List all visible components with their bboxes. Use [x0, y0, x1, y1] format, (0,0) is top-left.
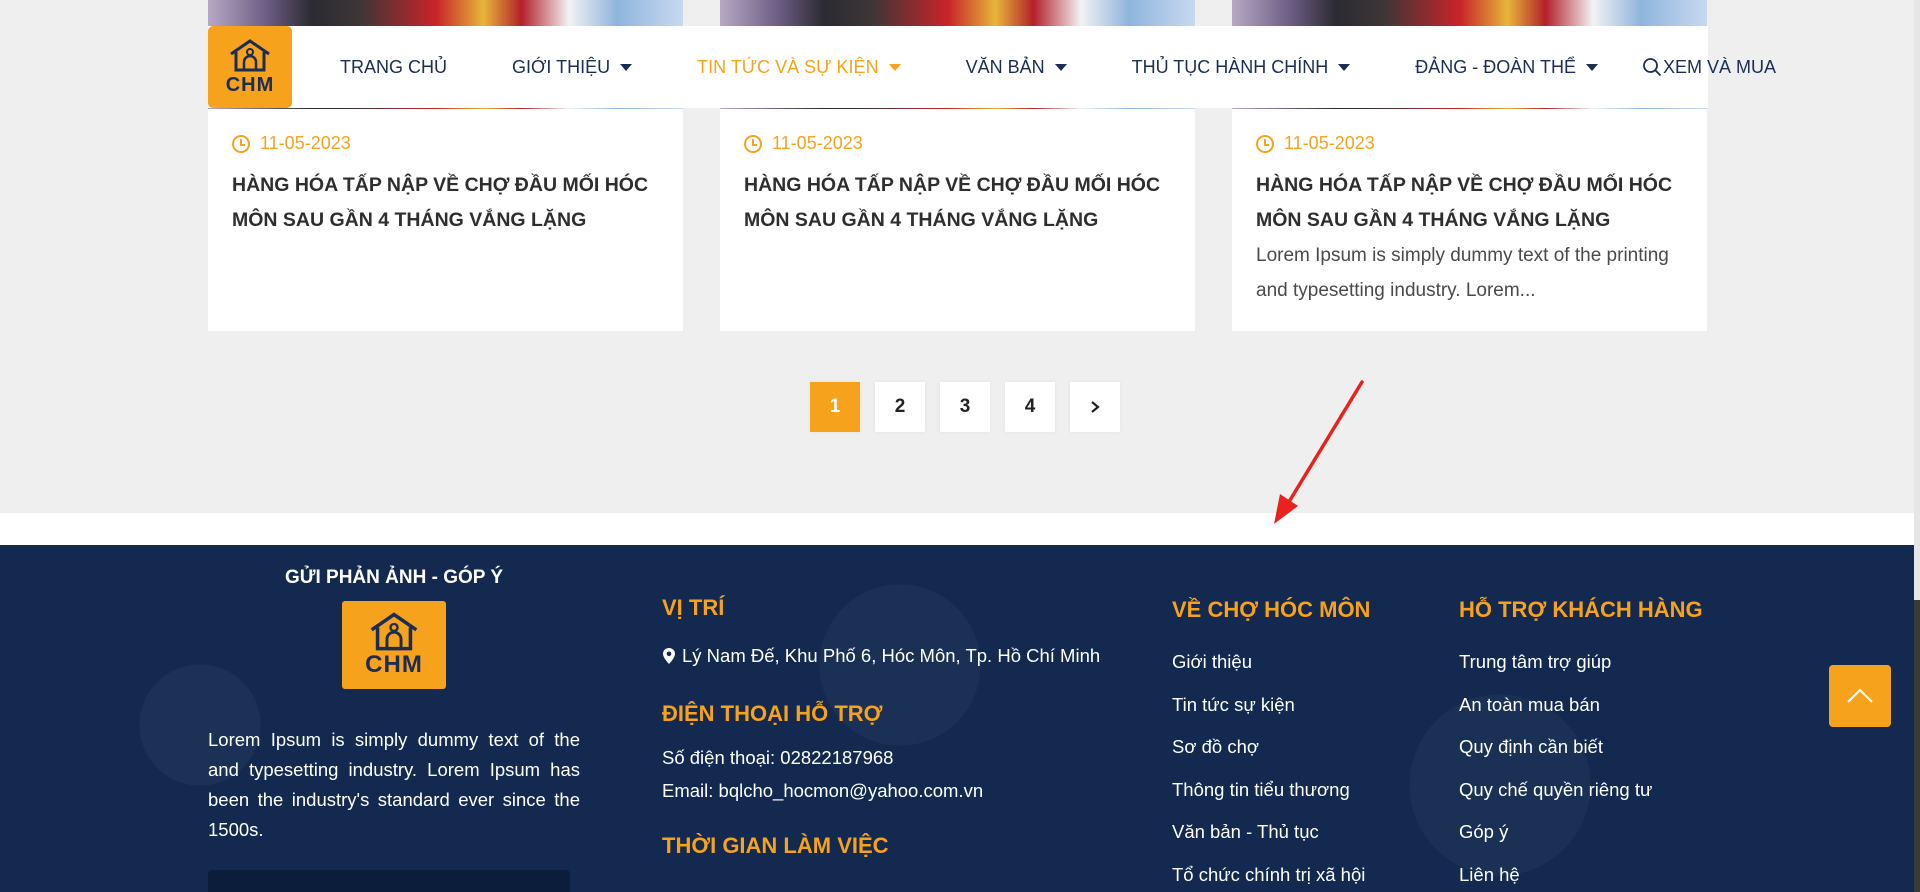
- clock-icon: [1256, 134, 1274, 153]
- chevron-right-icon: [1091, 401, 1100, 413]
- page-scrollbar-thumb[interactable]: [1914, 600, 1920, 892]
- news-card-date: 11-05-2023: [1256, 133, 1375, 154]
- footer-link-so-do-cho[interactable]: Sơ đồ chợ: [1172, 736, 1412, 779]
- page-button-3[interactable]: 3: [940, 382, 990, 432]
- customer-support-section: HỖ TRỢ KHÁCH HÀNG Trung tâm trợ giúp An …: [1459, 597, 1719, 892]
- house-logo-icon: [370, 612, 418, 651]
- nav-item-gioi-thieu[interactable]: GIỚI THIỆU: [512, 57, 633, 78]
- main-navbar: CHM TRANG CHỦ GIỚI THIỆU TIN TỨC VÀ SỰ K…: [208, 26, 1776, 108]
- page-button-4[interactable]: 4: [1005, 382, 1055, 432]
- nav-item-trang-chu[interactable]: TRANG CHỦ: [340, 57, 447, 78]
- nav-menu: TRANG CHỦ GIỚI THIỆU TIN TỨC VÀ SỰ KIỆN …: [340, 26, 1841, 108]
- pagination: 1 2 3 4: [810, 382, 1120, 432]
- address-text: Lý Nam Đế, Khu Phố 6, Hóc Môn, Tp. Hồ Ch…: [682, 645, 1101, 666]
- location-heading: VỊ TRÍ: [662, 595, 725, 620]
- footer-link-tin-tuc-su-kien[interactable]: Tin tức sự kiện: [1172, 694, 1412, 737]
- phone-number[interactable]: Số điện thoại: 02822187968: [662, 747, 1122, 769]
- customer-support-links: Trung tâm trợ giúp An toàn mua bán Quy đ…: [1459, 651, 1719, 892]
- about-market-heading: VỀ CHỢ HÓC MÔN: [1172, 597, 1371, 622]
- news-card-date: 11-05-2023: [744, 133, 863, 154]
- annotation-arrow-icon: [1274, 380, 1364, 524]
- footer-link-privacy-policy[interactable]: Quy chế quyền riêng tư: [1459, 779, 1719, 822]
- news-card-title[interactable]: HÀNG HÓA TẤP NẬP VỀ CHỢ ĐẦU MỐI HÓC MÔN …: [744, 168, 1174, 238]
- footer-link-gioi-thieu[interactable]: Giới thiệu: [1172, 651, 1412, 694]
- back-to-top-button[interactable]: [1829, 665, 1891, 727]
- working-hours-heading: THỜI GIAN LÀM VIỆC: [662, 833, 889, 858]
- footer-link-thong-tin-tieu-thuong[interactable]: Thông tin tiểu thương: [1172, 779, 1412, 822]
- footer-link-to-chuc-chinh-tri[interactable]: Tổ chức chính trị xã hội: [1172, 864, 1412, 892]
- feedback-section: GỬI PHẢN ẢNH - GÓP Ý CHM: [208, 567, 580, 689]
- caret-down-icon: [1338, 63, 1351, 71]
- footer-link-feedback[interactable]: Góp ý: [1459, 821, 1719, 864]
- address-line: Lý Nam Đế, Khu Phố 6, Hóc Môn, Tp. Hồ Ch…: [662, 645, 1122, 667]
- location-section: VỊ TRÍ Lý Nam Đế, Khu Phố 6, Hóc Môn, Tp…: [662, 595, 1122, 883]
- site-logo[interactable]: CHM: [208, 26, 292, 108]
- news-card-excerpt: Lorem Ipsum is simply dummy text of the …: [1256, 245, 1669, 301]
- search-icon[interactable]: [1642, 57, 1662, 77]
- caret-down-icon: [1054, 63, 1067, 71]
- footer-link-help-center[interactable]: Trung tâm trợ giúp: [1459, 651, 1719, 694]
- page-button-1[interactable]: 1: [810, 382, 860, 432]
- house-logo-icon: [230, 38, 270, 71]
- news-card-title[interactable]: HÀNG HÓA TẤP NẬP VỀ CHỢ ĐẦU MỐI HÓC MÔN …: [232, 168, 662, 238]
- caret-down-icon: [620, 63, 633, 71]
- about-market-section: VỀ CHỢ HÓC MÔN Giới thiệu Tin tức sự kiệ…: [1172, 597, 1412, 892]
- footer-logo[interactable]: CHM: [342, 601, 446, 689]
- footer-link-regulations[interactable]: Quy định cần biết: [1459, 736, 1719, 779]
- email-address[interactable]: Email: bqlcho_hocmon@yahoo.com.vn: [662, 780, 1122, 802]
- nav-item-xem-va-mua[interactable]: XEM VÀ MUA: [1663, 57, 1776, 78]
- feedback-heading[interactable]: GỬI PHẢN ẢNH - GÓP Ý: [208, 567, 580, 589]
- caret-down-icon: [888, 63, 901, 71]
- nav-item-tin-tuc-va-su-kien[interactable]: TIN TỨC VÀ SỰ KIỆN: [697, 57, 901, 78]
- chevron-up-icon: [1847, 688, 1873, 703]
- about-market-links: Giới thiệu Tin tức sự kiện Sơ đồ chợ Thô…: [1172, 651, 1412, 892]
- map-pin-icon: [663, 648, 675, 664]
- nav-item-van-ban[interactable]: VĂN BẢN: [966, 57, 1067, 78]
- page-button-2[interactable]: 2: [875, 382, 925, 432]
- clock-icon: [232, 134, 250, 153]
- nav-item-thu-tuc-hanh-chinh[interactable]: THỦ TỤC HÀNH CHÍNH: [1132, 57, 1351, 78]
- caret-down-icon: [1585, 63, 1598, 71]
- footer-link-safe-trading[interactable]: An toàn mua bán: [1459, 694, 1719, 737]
- nav-item-dang-doan-the[interactable]: ĐẢNG - ĐOÀN THỂ: [1415, 57, 1598, 78]
- footer-embed-box: [208, 870, 570, 892]
- footer-link-contact[interactable]: Liên hệ: [1459, 864, 1719, 892]
- site-footer: GỬI PHẢN ẢNH - GÓP Ý CHM Lorem Ipsum is …: [0, 545, 1920, 892]
- footer-about-text: Lorem Ipsum is simply dummy text of the …: [208, 729, 580, 840]
- footer-link-van-ban-thu-tuc[interactable]: Văn bản - Thủ tục: [1172, 821, 1412, 864]
- news-card-date: 11-05-2023: [232, 133, 351, 154]
- clock-icon: [744, 134, 762, 153]
- section-divider: [0, 513, 1920, 545]
- customer-support-heading: HỖ TRỢ KHÁCH HÀNG: [1459, 597, 1703, 622]
- next-page-button[interactable]: [1070, 382, 1120, 432]
- phone-heading: ĐIỆN THOẠI HỖ TRỢ: [662, 701, 883, 726]
- news-card-title[interactable]: HÀNG HÓA TẤP NẬP VỀ CHỢ ĐẦU MỐI HÓC MÔN …: [1256, 168, 1686, 238]
